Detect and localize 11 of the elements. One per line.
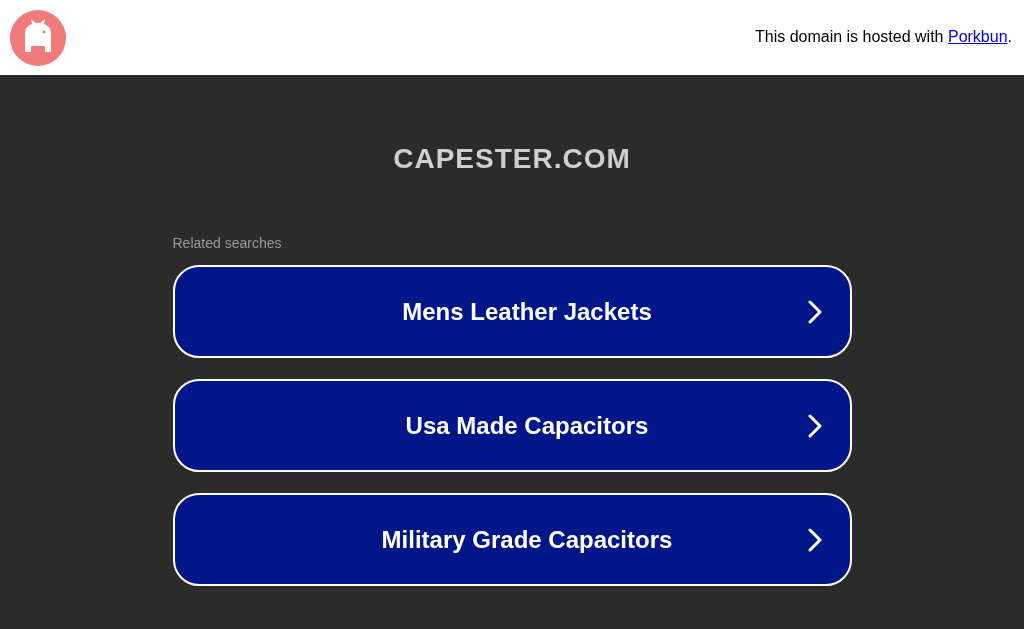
chevron-right-icon	[807, 413, 822, 438]
search-link-button[interactable]: Military Grade Capacitors	[172, 493, 852, 586]
chevron-right-icon	[807, 527, 822, 552]
related-searches-label: Related searches	[172, 235, 282, 251]
chevron-right-icon	[807, 299, 822, 324]
hosting-note: This domain is hosted with Porkbun.	[754, 27, 1012, 46]
pig-logo-icon	[10, 9, 66, 66]
porkbun-link[interactable]: Porkbun	[947, 27, 1008, 45]
domain-title: CAPESTER.COM	[393, 143, 631, 175]
search-link-button[interactable]: Usa Made Capacitors	[172, 379, 852, 472]
search-link-button[interactable]: Mens Leather Jackets	[172, 265, 852, 358]
